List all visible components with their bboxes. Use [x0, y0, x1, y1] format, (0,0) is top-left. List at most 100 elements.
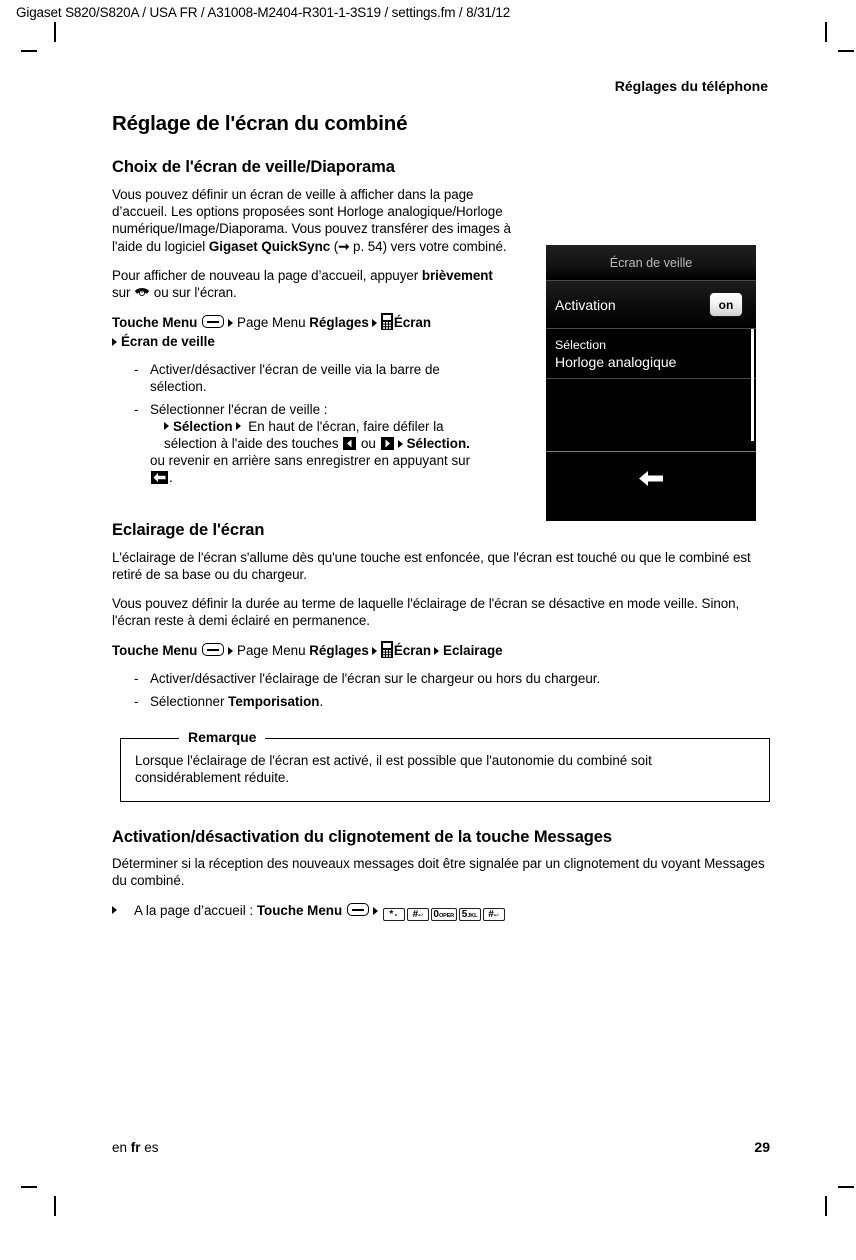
- arrow-right-ref-icon: ➞: [338, 238, 350, 254]
- screensaver-section: Écran de veille Activation on Sélection …: [112, 158, 770, 521]
- path-arrow-icon: [164, 422, 169, 431]
- handset-activation-toggle[interactable]: on: [709, 292, 743, 317]
- path-arrow-icon: [372, 906, 378, 915]
- list-item: Sélectionner l'écran de veille : Sélecti…: [112, 401, 472, 487]
- note-box-label: Remarque: [179, 727, 266, 746]
- backlight-bullet-2-bold: Temporisation: [228, 693, 320, 709]
- page-number: 29: [754, 1139, 770, 1155]
- power-hangup-key-icon: [134, 285, 150, 300]
- handset-screen-footer: [546, 451, 756, 505]
- crop-mark-bottom-right-horizontal: [838, 1186, 854, 1188]
- menu-path-page-menu-1: Page Menu: [237, 315, 310, 331]
- path-arrow-icon: [235, 422, 241, 431]
- screensaver-bullet-2-tail-text: ou revenir en arrière sans enregistrer e…: [150, 453, 471, 469]
- menu-path-ecran-de-veille: Écran de veille: [121, 334, 215, 350]
- path-arrow-icon: [112, 337, 117, 346]
- menu-path-ecran-2: Écran: [393, 643, 432, 659]
- path-arrow-icon: [371, 646, 377, 655]
- path-arrow-icon: [371, 318, 377, 327]
- handset-row-selection-label: Sélection: [555, 337, 606, 352]
- list-item: Sélectionner Temporisation.: [112, 693, 770, 710]
- screensaver-bullet-1: Activer/désactiver l'écran de veille via…: [150, 362, 440, 395]
- display-handset-icon: [380, 641, 394, 659]
- back-arrow-icon[interactable]: [638, 470, 664, 487]
- backlight-bullet-2-a: Sélectionner: [150, 693, 229, 709]
- menu-path-ecran-1: Écran: [393, 315, 432, 331]
- screensaver-selection-bold-2: Sélection.: [406, 436, 470, 452]
- keypad-key-5-jkl: 5JKL: [458, 908, 481, 922]
- backlight-paragraph-2: Vous pouvez définir la durée au terme de…: [112, 596, 740, 629]
- handset-row-selection[interactable]: Sélection Horloge analogique: [546, 328, 756, 378]
- page-title: Réglage de l'écran du combiné: [112, 112, 408, 135]
- screensaver-paragraph-1: Vous pouvez définir un écran de veille à…: [112, 186, 512, 255]
- page-content: Réglage de l'écran du combiné Écran de v…: [112, 112, 770, 931]
- keypad-key-0-oper: 0OPER: [430, 908, 457, 922]
- screensaver-p2-text-b: sur: [112, 285, 135, 301]
- section-heading-messages: Activation/désactivation du clignotement…: [112, 827, 612, 846]
- footer-lang-es: es: [140, 1140, 159, 1155]
- running-head: Gigaset S820/S820A / USA FR / A31008-M24…: [16, 5, 511, 20]
- handset-empty-area: [546, 378, 756, 451]
- crop-mark-bottom-left-horizontal: [21, 1186, 37, 1188]
- handset-screen-body: Activation on Sélection Horloge analogiq…: [546, 280, 756, 505]
- menu-path-touche-menu-label-2: Touche Menu: [112, 643, 198, 659]
- menu-path-backlight: Touche Menu Page Menu Réglages Écran Eclai…: [112, 641, 770, 660]
- note-box-text: Lorsque l'éclairage de l'écran est activ…: [135, 752, 652, 786]
- backlight-section: Eclairage de l'écran L'éclairage de l'éc…: [112, 521, 770, 710]
- note-box: Remarque Lorsque l'éclairage de l'écran …: [120, 727, 770, 802]
- screensaver-bullet-2-period: .: [169, 470, 173, 486]
- screensaver-p1-text-b: (: [330, 238, 339, 254]
- keypad-key-hash-2: #↩: [482, 908, 505, 922]
- footer-languages: en fr es: [112, 1140, 159, 1155]
- arrow-left-key-icon: [343, 437, 357, 451]
- screensaver-p2-text-c: ou sur l'écran.: [150, 285, 237, 301]
- menu-path-reglages-2: Réglages: [309, 643, 369, 659]
- menu-path-eclairage: Eclairage: [443, 643, 503, 659]
- crop-mark-top-right-vertical: [825, 22, 827, 42]
- screensaver-p1-bold: Gigaset QuickSync: [208, 238, 331, 254]
- list-item: Activer/désactiver l'éclairage de l'écra…: [112, 670, 770, 687]
- messages-path-touche-menu: Touche Menu: [256, 903, 343, 919]
- display-handset-icon: [380, 313, 394, 331]
- path-arrow-icon: [397, 439, 403, 448]
- crop-mark-bottom-right-vertical: [825, 1196, 827, 1216]
- screensaver-bullet-2-line1: Sélectionner l'écran de veille :: [150, 401, 328, 417]
- menu-key-icon: [346, 903, 369, 917]
- screensaver-p2-text-a: Pour afficher de nouveau la page d’accue…: [112, 267, 422, 283]
- screensaver-bullet-2-tail: ou revenir en arrière sans enregistrer e…: [150, 452, 472, 486]
- keypad-key-hash-1: #↩: [406, 908, 429, 922]
- section-heading-backlight: Eclairage de l'écran: [112, 520, 265, 539]
- menu-path-reglages-1: Réglages: [309, 315, 369, 331]
- menu-path-touche-menu-label-1: Touche Menu: [112, 315, 198, 331]
- path-arrow-icon: [228, 646, 234, 655]
- backlight-bullet-2-b: .: [319, 693, 324, 709]
- keypad-key-star: *⚬: [382, 908, 405, 922]
- screensaver-paragraph-2: Pour afficher de nouveau la page d’accue…: [112, 267, 512, 301]
- screensaver-bullet-2-sub: Sélection En haut de l'écran, faire défi…: [150, 418, 472, 452]
- crop-mark-top-left-vertical: [54, 22, 56, 42]
- list-item: Activer/désactiver l'écran de veille via…: [112, 361, 472, 395]
- chapter-title: Réglages du téléphone: [614, 78, 768, 94]
- backlight-bullet-list: Activer/désactiver l'éclairage de l'écra…: [112, 670, 770, 710]
- menu-key-icon: [202, 643, 225, 657]
- crop-mark-top-left-horizontal: [21, 50, 37, 52]
- messages-key-section: Activation/désactivation du clignotement…: [112, 827, 770, 922]
- path-arrow-icon: [434, 646, 440, 655]
- screensaver-bullet-2-ou: ou: [357, 436, 380, 452]
- messages-path-prefix: A la page d’accueil :: [134, 903, 257, 919]
- crop-mark-top-right-horizontal: [838, 50, 854, 52]
- handset-screen-illustration: Écran de veille Activation on Sélection …: [546, 245, 756, 521]
- backlight-paragraph-1: L'éclairage de l'écran s'allume dès qu'u…: [112, 549, 751, 582]
- menu-path-page-menu-2: Page Menu: [237, 643, 310, 659]
- arrow-right-key-icon: [380, 437, 394, 451]
- footer-lang-fr: fr: [130, 1140, 141, 1155]
- handset-screen-title: Écran de veille: [546, 245, 756, 280]
- handset-row-activation[interactable]: Activation on: [546, 280, 756, 328]
- handset-row-activation-label: Activation: [555, 296, 616, 313]
- screensaver-selection-bold-1: Sélection: [173, 418, 233, 434]
- path-arrow-icon: [112, 906, 117, 915]
- back-key-icon: [151, 471, 168, 485]
- page-footer: en fr es 29: [112, 1139, 770, 1155]
- screensaver-p2-bold: brièvement: [421, 267, 493, 283]
- crop-mark-bottom-left-vertical: [54, 1196, 56, 1216]
